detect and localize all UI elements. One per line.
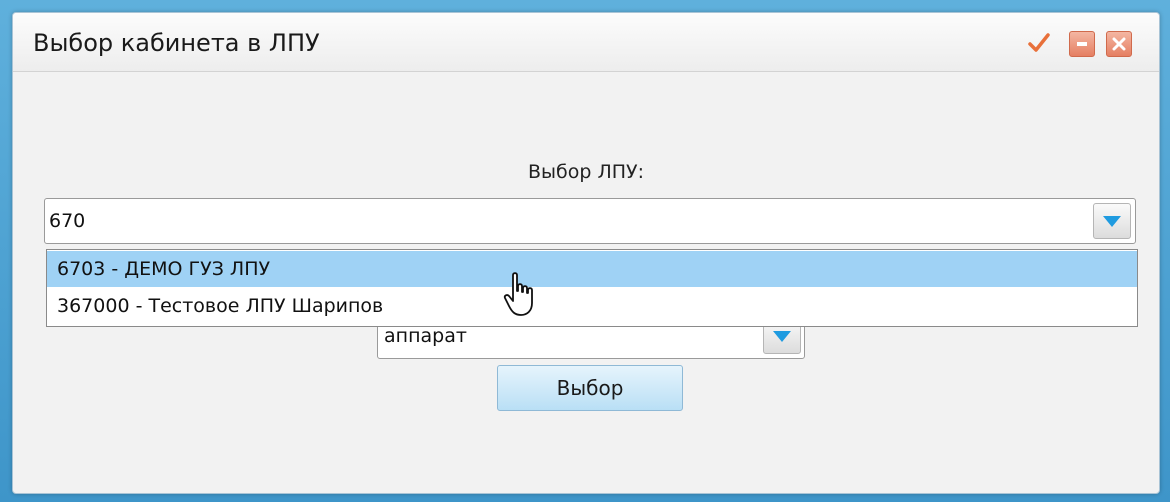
lpu-dropdown-list: 6703 - ДЕМО ГУЗ ЛПУ 367000 - Тестовое ЛП… (46, 249, 1138, 327)
type-value: аппарат (384, 325, 467, 347)
lpu-label: Выбор ЛПУ: (527, 161, 645, 183)
lpu-combobox[interactable] (44, 198, 1136, 244)
checkmark-icon[interactable] (1027, 31, 1051, 55)
window-title: Выбор кабинета в ЛПУ (33, 29, 320, 57)
close-icon[interactable] (1106, 31, 1132, 57)
title-bar[interactable]: Выбор кабинета в ЛПУ (13, 13, 1159, 72)
select-button[interactable]: Выбор (497, 365, 683, 411)
hand-cursor-icon (503, 272, 533, 316)
list-item[interactable]: 367000 - Тестовое ЛПУ Шарипов (47, 288, 1137, 324)
minimize-icon[interactable] (1069, 31, 1095, 57)
lpu-input[interactable] (49, 205, 1079, 237)
chevron-down-icon (1103, 215, 1121, 227)
list-item[interactable]: 6703 - ДЕМО ГУЗ ЛПУ (47, 251, 1137, 287)
lpu-dropdown-button[interactable] (1093, 203, 1131, 239)
chevron-down-icon (773, 330, 791, 342)
dialog-window: Выбор кабинета в ЛПУ Выбор ЛПУ: аппарат (12, 12, 1160, 494)
